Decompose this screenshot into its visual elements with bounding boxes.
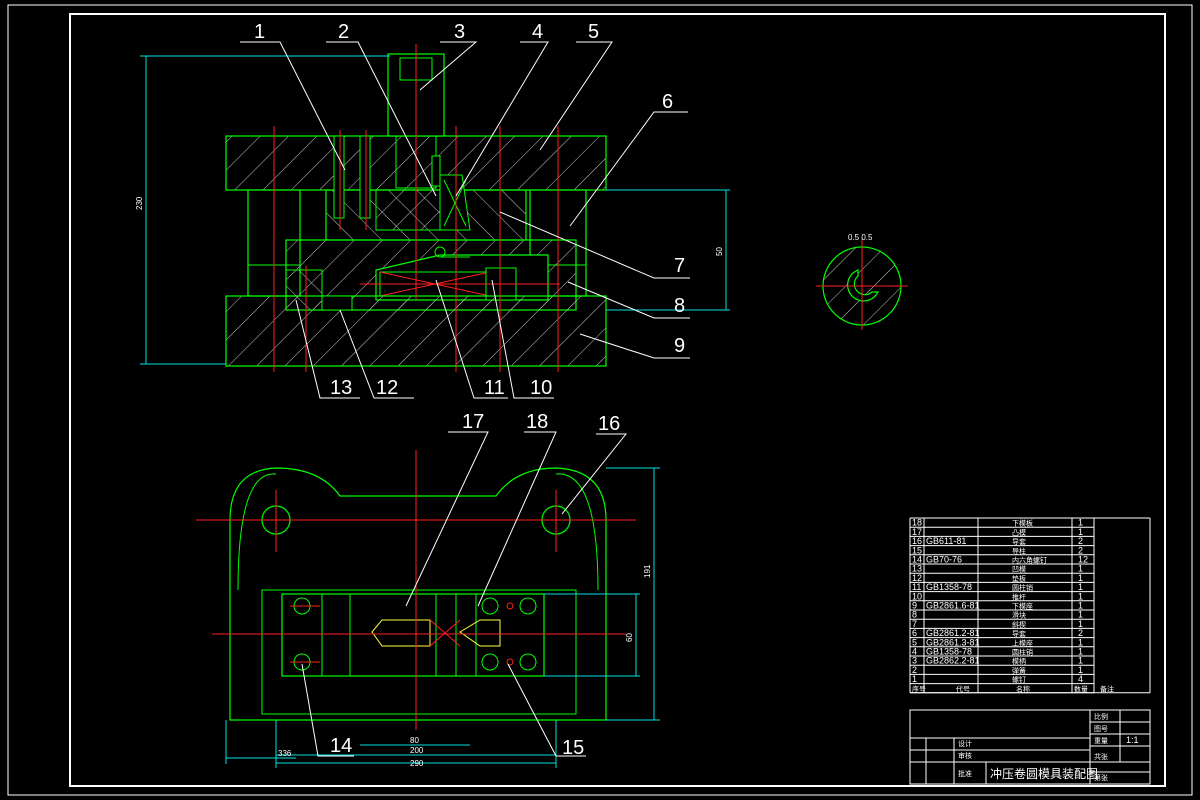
bom-row-name: 凹模	[1012, 565, 1026, 574]
bom-row-name: 上模座	[1012, 638, 1033, 647]
plan-view: 191 60 80 200 290 336	[196, 450, 660, 768]
tb-r2: 图号	[1094, 725, 1108, 733]
part-label-18: 18	[526, 411, 548, 433]
part-label-11: 11	[484, 377, 505, 399]
part-label-14: 14	[330, 735, 352, 757]
dim-overall-height: 230	[135, 196, 144, 210]
part-label-15: 15	[562, 737, 584, 759]
drawing-title: 冲压卷圆模具装配图	[990, 766, 1098, 781]
bom-row-qty: 4	[1078, 674, 1083, 684]
bom-row-code: GB1358-78	[926, 582, 972, 592]
part-label-4: 4	[532, 21, 543, 43]
detail-view: 0.5 0.5	[816, 233, 908, 330]
bom-row-name: 斜楔	[1012, 620, 1026, 629]
dim-detail: 0.5 0.5	[848, 233, 873, 242]
bom-row-name: 下模座	[1012, 602, 1033, 611]
dim-plan-w4: 336	[278, 749, 292, 758]
bom-row-name: 导柱	[1012, 546, 1026, 555]
part-label-5: 5	[588, 21, 599, 43]
bom-header-code: 代号	[956, 684, 970, 693]
bom-row-name: 垫板	[1012, 574, 1026, 583]
part-label-10: 10	[530, 377, 552, 399]
part-label-17: 17	[462, 411, 484, 433]
bom-row-name: 圆柱销	[1012, 648, 1033, 657]
bom-row-code: GB2861.6-81	[926, 601, 980, 611]
dim-plan-w1: 80	[410, 736, 419, 745]
bom-row-name: 导套	[1012, 629, 1026, 638]
part-label-6: 6	[662, 91, 673, 113]
tb-designer: 设计	[958, 739, 972, 748]
bom-row-code: GB611-81	[926, 536, 966, 546]
bom-row-name: 圆柱销	[1012, 583, 1033, 592]
part-label-13: 13	[330, 377, 352, 399]
part-label-3: 3	[454, 21, 465, 43]
title-block: 设计 审核 批准 冲压卷圆模具装配图 比例 图号 重量 共张 第张 1:1	[909, 709, 1151, 785]
part-label-16: 16	[598, 413, 620, 435]
bom-row-name: 内六角螺钉	[1012, 556, 1047, 565]
bom-row-name: 导套	[1012, 537, 1026, 546]
tb-r5: 第张	[1094, 773, 1108, 782]
part-label-1: 1	[254, 21, 265, 43]
tb-checker: 审核	[958, 751, 972, 760]
bom-row-name: 滑块	[1012, 611, 1026, 620]
part-label-12: 12	[376, 377, 398, 399]
dim-plan-inner: 60	[625, 633, 634, 642]
part-label-8: 8	[674, 295, 685, 317]
plan-labels: 17 18 16 14 15	[330, 411, 620, 759]
bom-row-name: 模柄	[1012, 657, 1026, 666]
tb-r1: 比例	[1094, 712, 1108, 721]
bill-of-materials: 18 下模板 117 凸模 116 GB611-81 导套 215 导柱 214 GB70-76 内六…	[909, 517, 1151, 694]
bom-row-name: 推杆	[1012, 592, 1026, 601]
tb-r3: 重量	[1094, 737, 1108, 745]
dim-plan-w3: 290	[410, 759, 424, 768]
dim-shut-height: 50	[715, 247, 724, 256]
tb-approve: 批准	[958, 769, 972, 778]
bom-row-name: 凸模	[1012, 528, 1026, 537]
bom-header-qty: 数量	[1074, 684, 1088, 693]
bom-row-no: 1	[912, 674, 917, 684]
bom-header-remark: 备注	[1100, 684, 1114, 693]
section-view: 230 50	[135, 44, 730, 372]
part-label-2: 2	[338, 21, 349, 43]
tb-scale: 1:1	[1126, 735, 1139, 745]
bom-header-name: 名称	[1016, 684, 1030, 693]
tb-r4: 共张	[1094, 752, 1108, 761]
dim-plan-depth: 191	[643, 564, 652, 578]
part-label-7: 7	[674, 255, 685, 277]
bom-row-name: 螺钉	[1012, 675, 1026, 684]
part-label-9: 9	[674, 335, 685, 357]
bom-row-code: GB2862.2-81	[926, 656, 980, 666]
bom-row-code: GB70-76	[926, 555, 962, 565]
bom-row-name: 弹簧	[1012, 666, 1026, 675]
bom-row-name: 下模板	[1012, 519, 1033, 528]
bom-header-no: 序号	[912, 684, 926, 693]
assembly-drawing: 230 50 1 2 3 4 5 6 7 8 9 10 11 12 13 0.5…	[7, 4, 1193, 796]
dim-plan-w2: 200	[410, 746, 424, 755]
